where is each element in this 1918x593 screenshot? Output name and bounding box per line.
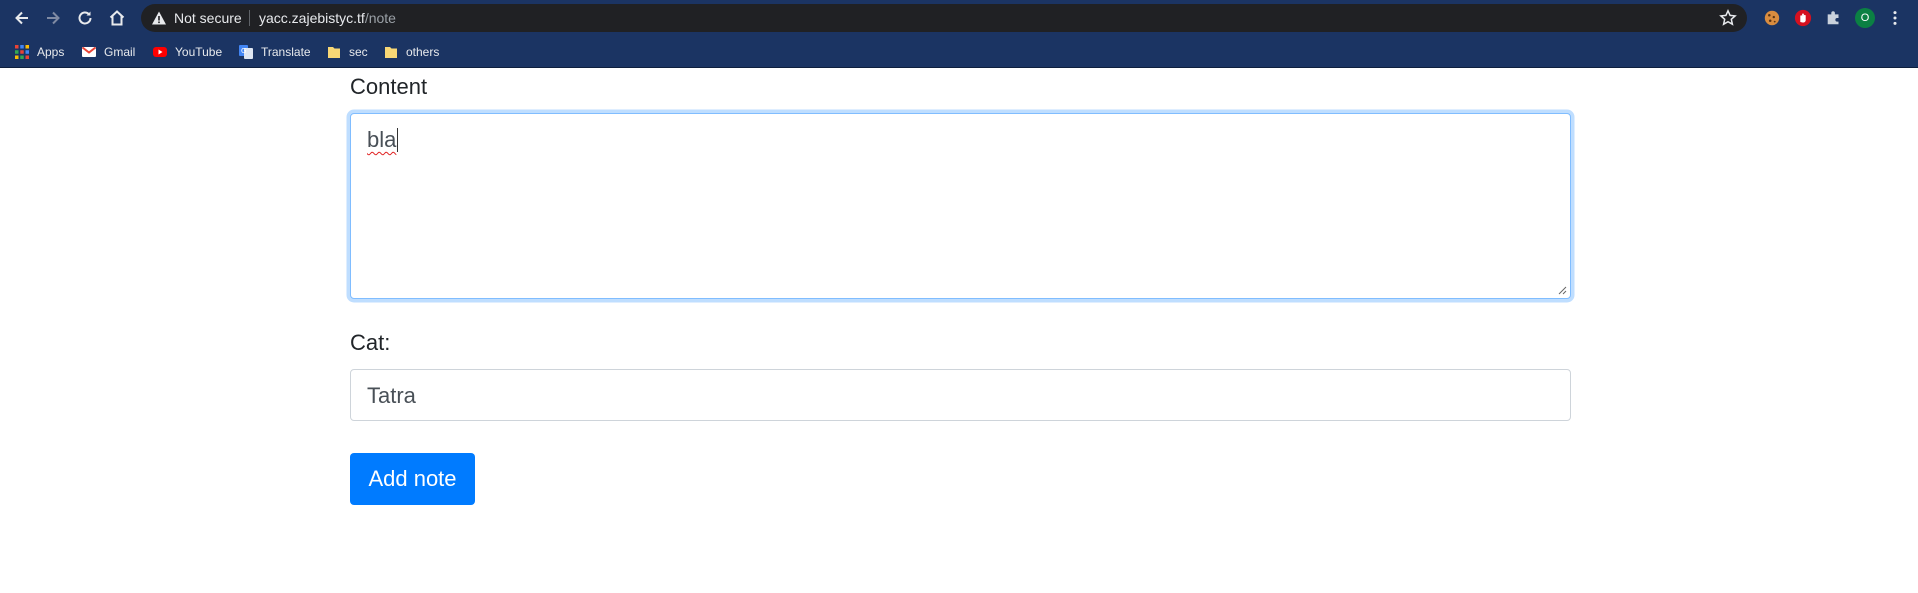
url-host: yacc.zajebistyc.tf [259, 10, 365, 26]
content-value: bla [367, 127, 399, 153]
address-bar[interactable]: Not secure yacc.zajebistyc.tf/note [141, 4, 1747, 32]
folder-icon [328, 47, 340, 58]
bookmark-star-icon[interactable] [1719, 9, 1737, 27]
content-text: bla [367, 127, 397, 152]
gmail-icon [81, 46, 97, 57]
browser-toolbar: Not secure yacc.zajebistyc.tf/note O [0, 0, 1918, 36]
puzzle-extensions-icon[interactable] [1824, 8, 1844, 28]
forward-button[interactable] [38, 3, 68, 33]
bookmark-folder-others[interactable]: others [383, 44, 439, 60]
profile-avatar[interactable]: O [1855, 8, 1875, 28]
bookmark-youtube[interactable]: YouTube [152, 44, 222, 60]
resize-grip-icon[interactable] [1557, 285, 1567, 295]
reload-button[interactable] [70, 3, 100, 33]
url-path: /note [364, 10, 396, 26]
home-button[interactable] [102, 3, 132, 33]
cookie-icon[interactable] [1762, 8, 1782, 28]
bookmark-label: Gmail [104, 45, 136, 59]
home-icon [109, 10, 125, 26]
add-note-button[interactable]: Add note [350, 453, 475, 505]
bookmark-label: Translate [261, 45, 311, 59]
bookmark-label: others [406, 45, 440, 59]
forward-arrow-icon [47, 11, 60, 25]
stop-hand-icon[interactable] [1793, 8, 1813, 28]
youtube-icon [153, 47, 167, 57]
back-arrow-icon [15, 11, 28, 25]
apps-grid-icon [15, 45, 29, 59]
content-textarea[interactable]: bla [350, 113, 1571, 299]
cat-label: Cat: [350, 330, 391, 355]
translate-icon: G [239, 45, 253, 59]
bookmark-translate[interactable]: G Translate [238, 44, 311, 60]
warning-triangle-icon [152, 11, 166, 25]
kebab-menu-icon[interactable] [1885, 8, 1905, 28]
bookmark-gmail[interactable]: Gmail [81, 44, 135, 60]
bookmark-folder-sec[interactable]: sec [326, 44, 368, 60]
folder-icon [385, 47, 397, 58]
reload-icon [78, 11, 92, 25]
bookmark-label: sec [349, 45, 368, 59]
url-text[interactable]: yacc.zajebistyc.tf/note [259, 10, 396, 26]
cat-input[interactable]: Tatra [350, 369, 1571, 421]
cat-value: Tatra [367, 383, 416, 408]
bookmarks-bar: Apps Gmail YouTube G Translate sec other… [0, 36, 1918, 68]
svg-text:G: G [241, 47, 246, 55]
security-status[interactable]: Not secure [174, 10, 242, 26]
bookmark-apps[interactable]: Apps [14, 44, 64, 60]
bookmark-label: YouTube [175, 45, 223, 59]
page-content: Content bla Cat: Tatra Add note [0, 69, 1918, 593]
text-caret [397, 128, 399, 152]
content-label: Content [350, 74, 428, 99]
back-button[interactable] [7, 3, 37, 33]
omnibox-divider [249, 10, 250, 26]
bookmark-label: Apps [37, 45, 65, 59]
